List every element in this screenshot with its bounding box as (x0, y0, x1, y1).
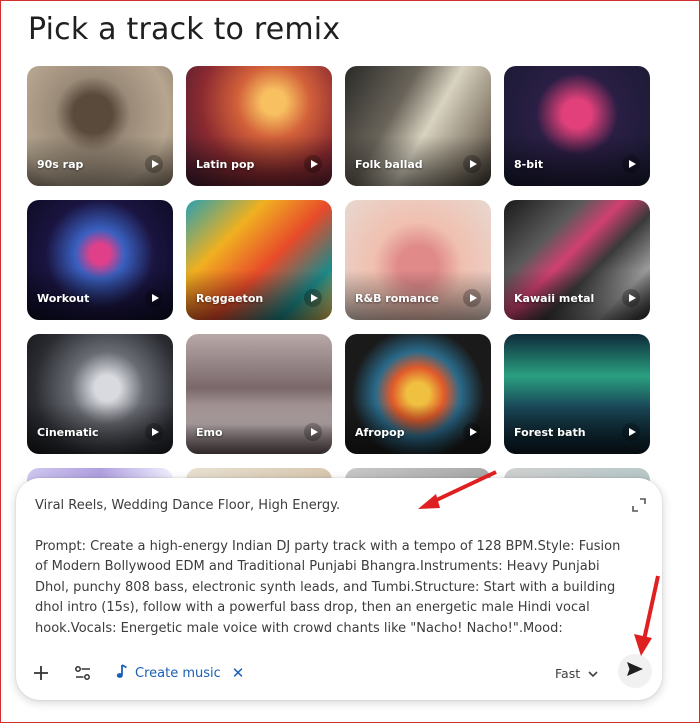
prompt-composer: Viral Reels, Wedding Dance Floor, High E… (16, 478, 662, 700)
send-button[interactable] (618, 654, 652, 688)
prompt-blank-line (35, 517, 625, 537)
track-label: Kawaii metal (514, 292, 595, 305)
track-label: Workout (37, 292, 90, 305)
track-card[interactable]: Cinematic (27, 334, 173, 454)
play-icon[interactable] (304, 289, 322, 307)
track-label: Emo (196, 426, 223, 439)
sliders-icon[interactable] (68, 658, 98, 688)
track-label: Afropop (355, 426, 405, 439)
track-label: Reggaeton (196, 292, 264, 305)
track-card[interactable]: 8-bit (504, 66, 650, 186)
track-card[interactable]: Workout (27, 200, 173, 320)
track-card[interactable]: R&B romance (345, 200, 491, 320)
track-card[interactable]: Latin pop (186, 66, 332, 186)
track-card[interactable]: Afropop (345, 334, 491, 454)
speed-label: Fast (555, 665, 581, 681)
track-label: Cinematic (37, 426, 99, 439)
speed-selector[interactable]: Fast (555, 660, 598, 686)
track-label: 8-bit (514, 158, 544, 171)
play-icon[interactable] (145, 289, 163, 307)
track-card[interactable]: Forest bath (504, 334, 650, 454)
chevron-down-icon (588, 666, 598, 681)
play-icon[interactable] (463, 155, 481, 173)
prompt-body: Prompt: Create a high-energy Indian DJ p… (35, 538, 621, 636)
play-icon[interactable] (463, 423, 481, 441)
composer-toolbar: Create music ✕ Fast (16, 654, 662, 690)
plus-icon[interactable] (26, 658, 56, 688)
track-label: Latin pop (196, 158, 255, 171)
expand-icon[interactable] (632, 498, 646, 512)
play-icon[interactable] (463, 289, 481, 307)
music-note-icon (116, 663, 128, 683)
track-card[interactable]: Emo (186, 334, 332, 454)
prompt-line-1: Viral Reels, Wedding Dance Floor, High E… (35, 498, 341, 513)
track-card[interactable]: Folk ballad (345, 66, 491, 186)
page-title: Pick a track to remix (28, 12, 341, 47)
play-icon[interactable] (145, 423, 163, 441)
track-label: R&B romance (355, 292, 439, 305)
play-icon[interactable] (622, 423, 640, 441)
create-music-label: Create music (135, 665, 221, 681)
track-grid: 90s rap Latin pop Folk ballad 8-bit Work… (27, 66, 650, 508)
play-icon[interactable] (304, 423, 322, 441)
play-icon[interactable] (622, 155, 640, 173)
track-label: Folk ballad (355, 158, 423, 171)
send-icon (626, 661, 644, 682)
track-card[interactable]: Kawaii metal (504, 200, 650, 320)
play-icon[interactable] (622, 289, 640, 307)
play-icon[interactable] (145, 155, 163, 173)
create-music-chip[interactable]: Create music ✕ (116, 660, 244, 686)
prompt-input[interactable]: Viral Reels, Wedding Dance Floor, High E… (35, 496, 625, 636)
track-label: 90s rap (37, 158, 84, 171)
close-icon[interactable]: ✕ (232, 664, 245, 682)
track-card[interactable]: Reggaeton (186, 200, 332, 320)
track-card[interactable]: 90s rap (27, 66, 173, 186)
track-label: Forest bath (514, 426, 586, 439)
play-icon[interactable] (304, 155, 322, 173)
